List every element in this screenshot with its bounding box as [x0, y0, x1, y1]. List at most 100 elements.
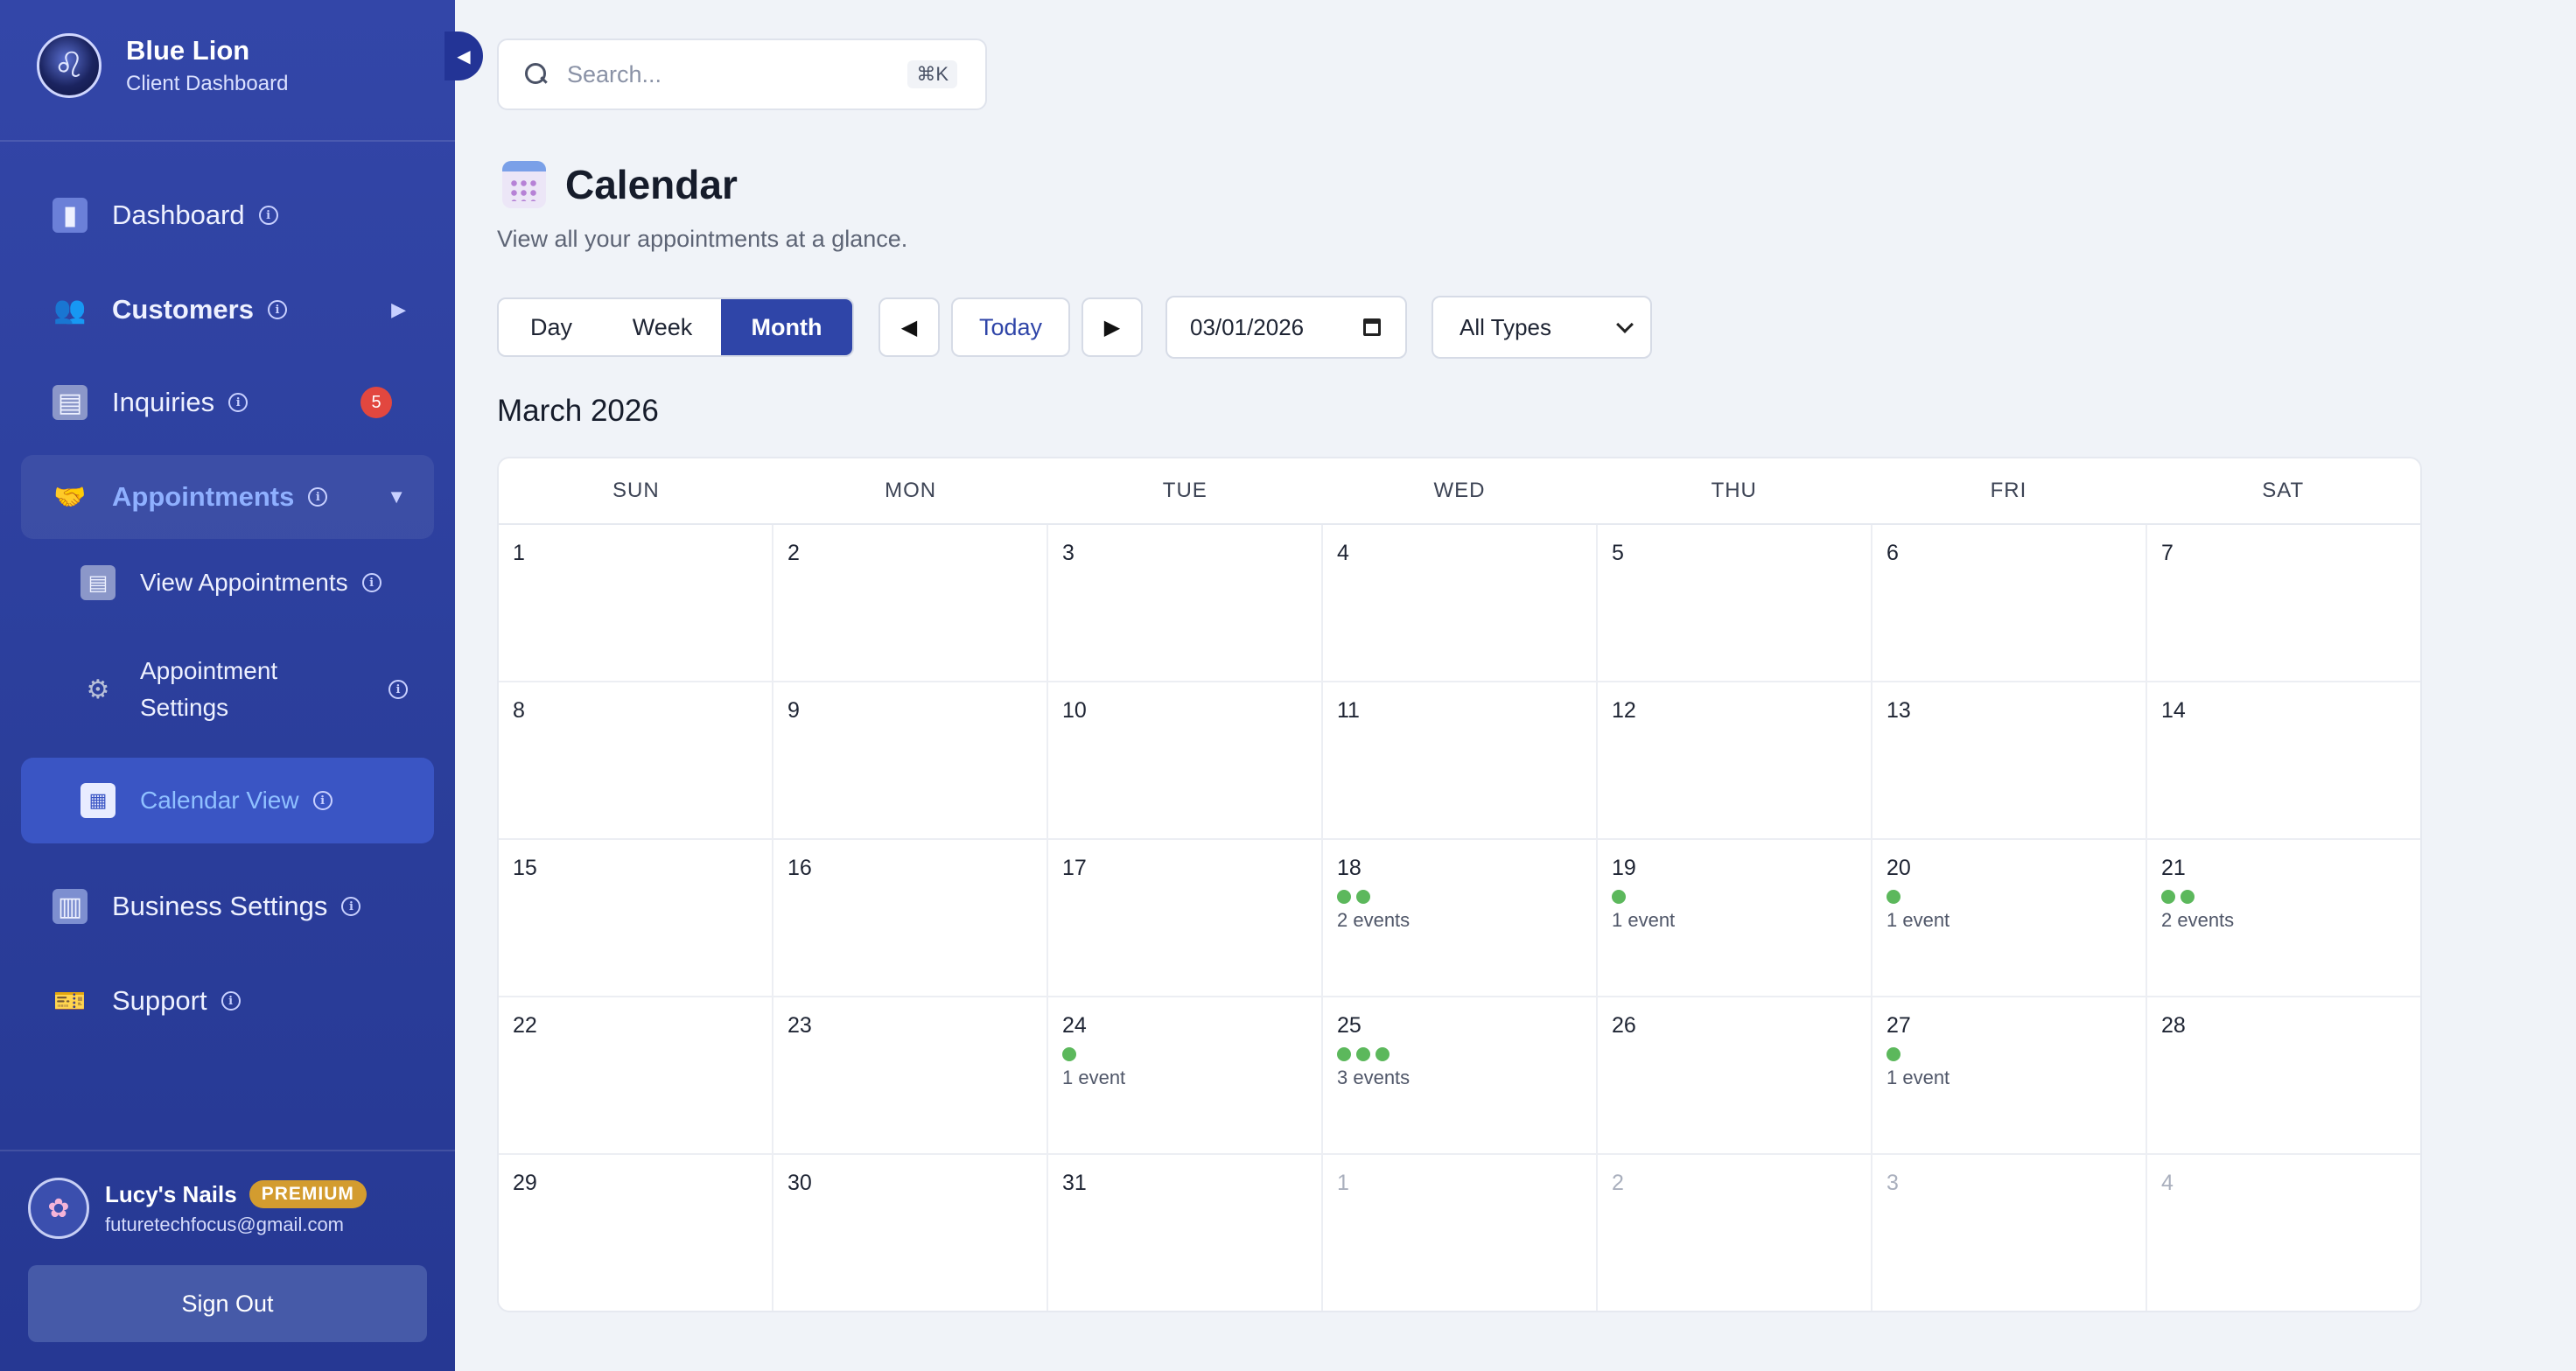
info-icon[interactable]: i — [388, 680, 408, 699]
info-icon[interactable]: i — [220, 991, 241, 1011]
info-icon[interactable]: i — [267, 300, 287, 319]
chevron-left-icon: ◀ — [457, 46, 471, 66]
calendar-day-cell[interactable]: 28 — [2147, 997, 2420, 1153]
ticket-icon: 🎫 — [53, 986, 87, 1016]
calendar-day-cell[interactable]: 2 — [774, 525, 1048, 681]
calendar-day-cell[interactable]: 3 — [1872, 1155, 2147, 1311]
calendar-day-cell[interactable]: 10 — [1048, 682, 1323, 838]
calendar-day-cell[interactable]: 22 — [499, 997, 774, 1153]
calendar-day-cell[interactable]: 17 — [1048, 840, 1323, 996]
sidebar-item-label: Business Settings — [112, 891, 328, 921]
collapse-sidebar-button[interactable]: ◀ — [444, 31, 483, 80]
sidebar-item-label: Customers — [112, 294, 254, 325]
calendar-day-cell[interactable]: 6 — [1872, 525, 2147, 681]
calendar-icon[interactable] — [1363, 318, 1381, 336]
day-number: 21 — [2161, 856, 2186, 880]
event-indicators — [2161, 890, 2420, 904]
sidebar-item-label: Calendar View — [140, 787, 299, 814]
search-icon — [525, 63, 548, 86]
weekday-label: THU — [1711, 479, 1757, 502]
user-profile[interactable]: ✿ Lucy's Nails PREMIUM futuretechfocus@g… — [28, 1178, 367, 1239]
building-icon: ▥ — [52, 889, 88, 924]
event-dot-icon — [1062, 1047, 1076, 1061]
view-week-button[interactable]: Week — [604, 299, 721, 355]
calendar-icon: ▦ — [80, 783, 116, 818]
info-icon[interactable]: i — [361, 573, 382, 592]
calendar-day-cell[interactable]: 12 — [1598, 682, 1872, 838]
calendar-day-cell[interactable]: 30 — [774, 1155, 1048, 1311]
sidebar-item-view-appointments[interactable]: ▤ View Appointments i — [21, 541, 434, 625]
calendar-day-cell[interactable]: 2 — [1598, 1155, 1872, 1311]
chevron-right-icon[interactable]: ▶ — [391, 298, 406, 321]
calendar-day-cell[interactable]: 27 1 event — [1872, 997, 2147, 1153]
calendar-day-cell[interactable]: 5 — [1598, 525, 1872, 681]
info-icon[interactable]: i — [228, 393, 248, 412]
day-number: 18 — [1337, 856, 1362, 880]
sign-out-button[interactable]: Sign Out — [28, 1265, 427, 1342]
calendar-day-cell[interactable]: 11 — [1323, 682, 1598, 838]
sidebar-item-appointments[interactable]: 🤝 Appointments i ▼ — [21, 455, 434, 539]
event-dot-icon — [1337, 1047, 1351, 1061]
sidebar-item-customers[interactable]: 👥 Customers i ▶ — [21, 268, 434, 352]
calendar-day-cell[interactable]: 19 1 event — [1598, 840, 1872, 996]
type-filter-select[interactable]: All Types — [1432, 296, 1652, 359]
event-count-label: 1 event — [1062, 1067, 1126, 1088]
calendar-day-cell[interactable]: 8 — [499, 682, 774, 838]
event-count-label: 2 events — [1337, 909, 1410, 931]
calendar-day-cell[interactable]: 13 — [1872, 682, 2147, 838]
calendar-day-cell[interactable]: 14 — [2147, 682, 2420, 838]
chevron-down-icon[interactable]: ▼ — [387, 486, 406, 508]
calendar-day-cell[interactable]: 24 1 event — [1048, 997, 1323, 1153]
sidebar-item-calendar-view[interactable]: ▦ Calendar View i — [21, 758, 434, 843]
sidebar-item-label: Appointments — [112, 481, 295, 512]
view-day-button[interactable]: Day — [499, 299, 604, 355]
event-indicators — [1612, 890, 1871, 904]
day-number: 6 — [1886, 541, 1899, 565]
calendar-day-cell[interactable]: 3 — [1048, 525, 1323, 681]
calendar-day-cell[interactable]: 4 — [2147, 1155, 2420, 1311]
calendar-day-cell[interactable]: 4 — [1323, 525, 1598, 681]
type-filter-value: All Types — [1460, 313, 1552, 340]
calendar-day-cell[interactable]: 7 — [2147, 525, 2420, 681]
date-value: 03/01/2026 — [1190, 313, 1305, 340]
search-box[interactable]: Search... ⌘K — [497, 38, 987, 110]
clipboard-icon: ▤ — [52, 385, 88, 420]
brand-name: Blue Lion — [126, 35, 250, 66]
info-icon[interactable]: i — [258, 206, 278, 225]
calendar-day-cell[interactable]: 20 1 event — [1872, 840, 2147, 996]
calendar-day-cell[interactable]: 1 — [1323, 1155, 1598, 1311]
search-input[interactable]: Search... — [567, 61, 662, 88]
sidebar-item-inquiries[interactable]: ▤ Inquiries i 5 — [21, 360, 434, 444]
day-number: 12 — [1612, 698, 1636, 723]
calendar-day-cell[interactable]: 29 — [499, 1155, 774, 1311]
calendar-day-cell[interactable]: 15 — [499, 840, 774, 996]
event-dot-icon — [1337, 890, 1351, 904]
calendar-day-cell[interactable]: 31 — [1048, 1155, 1323, 1311]
info-icon[interactable]: i — [308, 487, 328, 507]
clipboard-icon: ▤ — [80, 565, 116, 600]
date-picker-input[interactable]: 03/01/2026 — [1166, 296, 1407, 359]
calendar-day-cell[interactable]: 25 3 events — [1323, 997, 1598, 1153]
next-month-button[interactable]: ▶ — [1082, 297, 1143, 357]
day-number: 13 — [1886, 698, 1911, 723]
calendar-day-cell[interactable]: 18 2 events — [1323, 840, 1598, 996]
sidebar-item-support[interactable]: 🎫 Support i — [21, 959, 434, 1043]
view-month-button[interactable]: Month — [721, 299, 852, 355]
calendar-day-cell[interactable]: 16 — [774, 840, 1048, 996]
info-icon[interactable]: i — [341, 897, 361, 916]
calendar-day-cell[interactable]: 9 — [774, 682, 1048, 838]
day-number: 20 — [1886, 856, 1911, 880]
calendar-day-cell[interactable]: 23 — [774, 997, 1048, 1153]
info-icon[interactable]: i — [312, 791, 332, 810]
sidebar-item-business-settings[interactable]: ▥ Business Settings i — [21, 864, 434, 948]
brand[interactable]: ♌ Blue Lion Client Dashboard — [37, 33, 288, 98]
calendar-day-cell[interactable]: 21 2 events — [2147, 840, 2420, 996]
today-button[interactable]: Today — [951, 297, 1070, 357]
sidebar-item-appointment-settings[interactable]: ⚙ Appointment Settings i — [21, 647, 434, 731]
calendar-day-cell[interactable]: 1 — [499, 525, 774, 681]
previous-month-button[interactable]: ◀ — [878, 297, 940, 357]
calendar-day-cell[interactable]: 26 — [1598, 997, 1872, 1153]
day-number: 23 — [788, 1013, 812, 1038]
sidebar-item-dashboard[interactable]: ▮ Dashboard i — [21, 173, 434, 257]
brand-subtitle: Client Dashboard — [126, 72, 289, 95]
